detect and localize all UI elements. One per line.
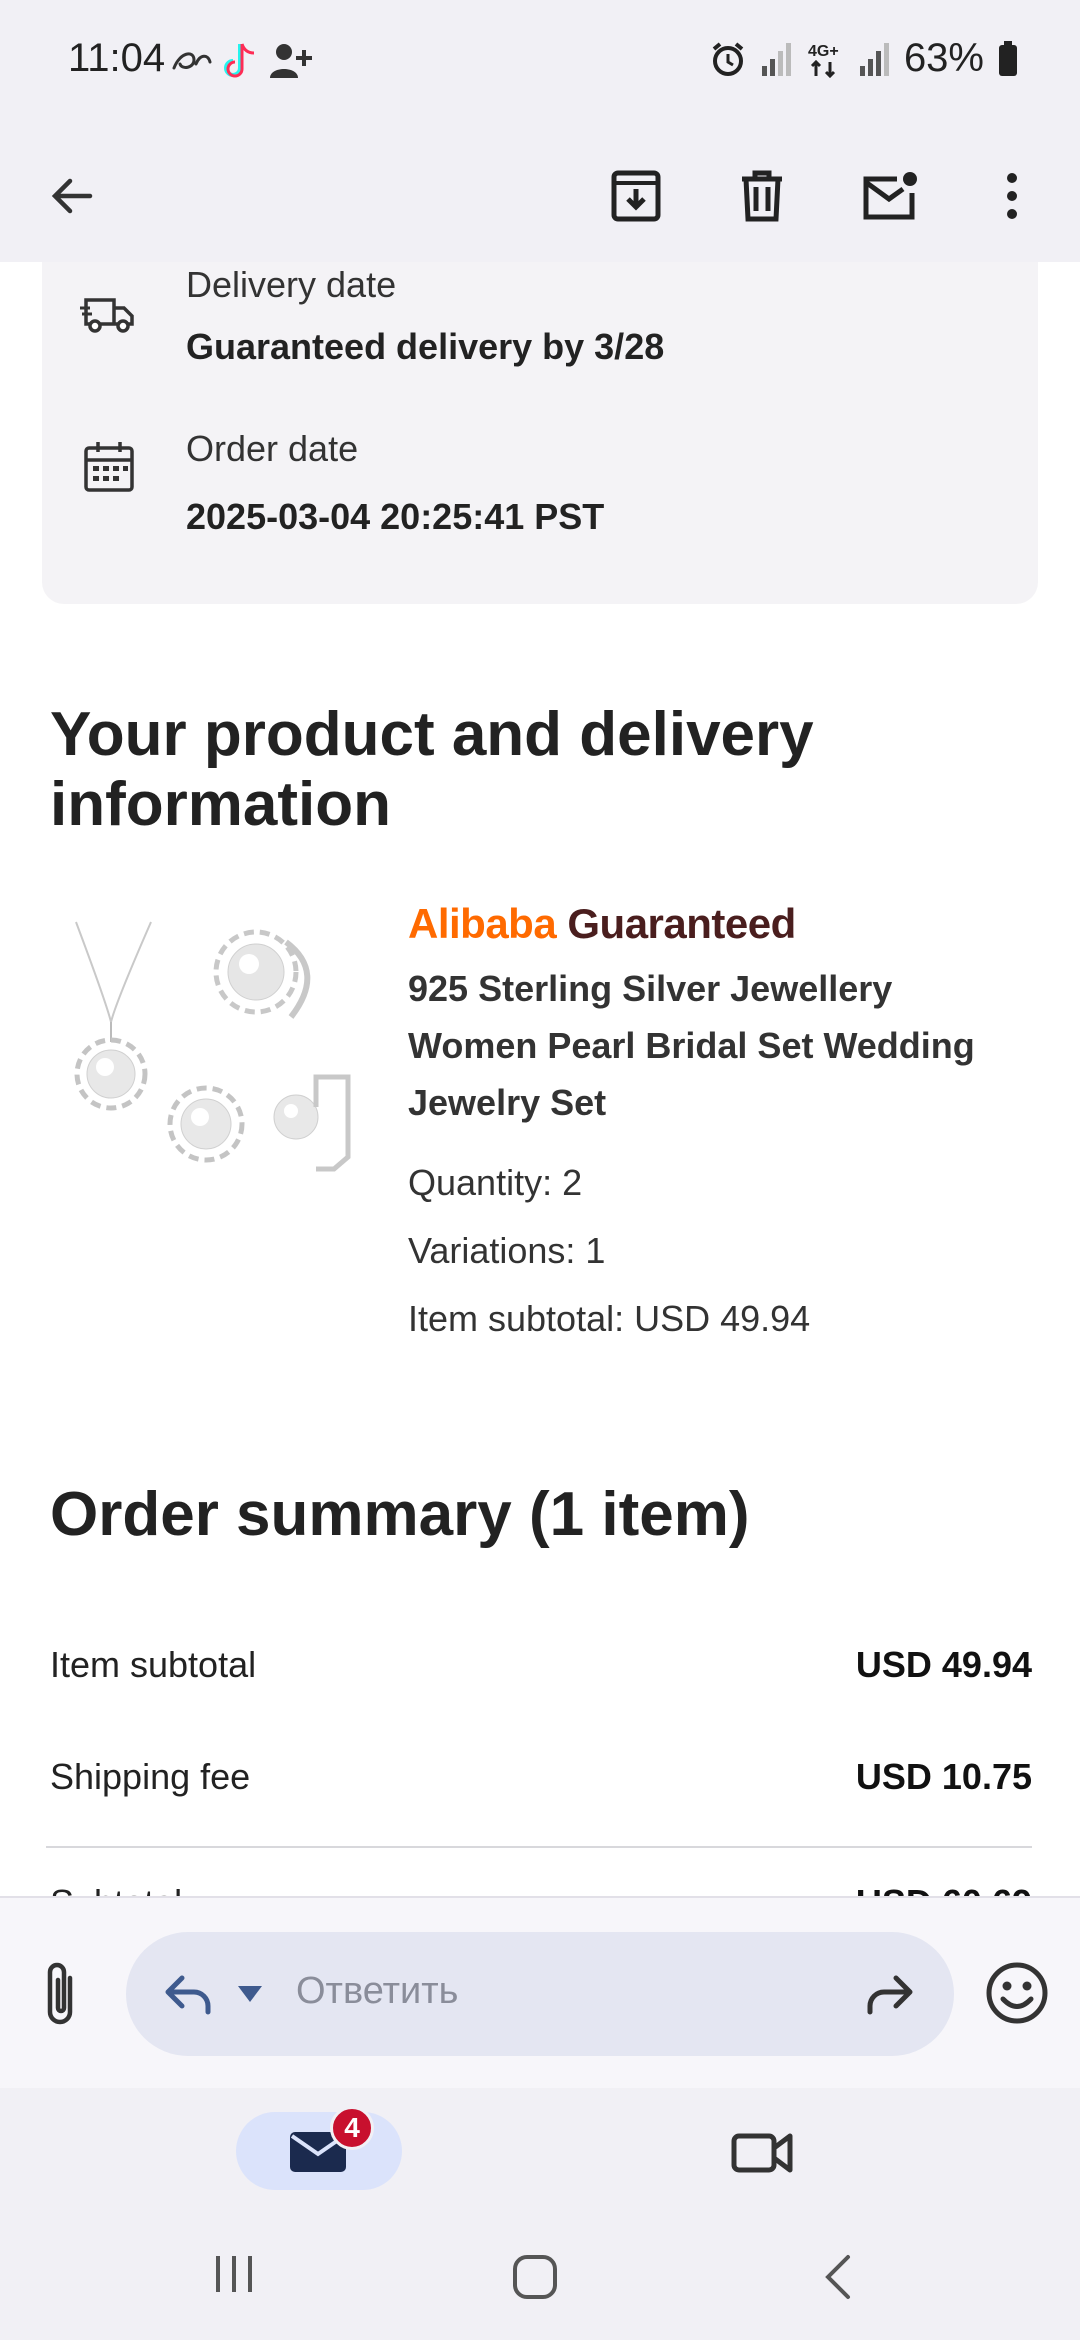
email-content: Delivery date Guaranteed delivery by 3/2… <box>42 262 1038 1896</box>
forward-icon[interactable] <box>862 1966 918 2022</box>
back-button[interactable] <box>24 148 120 244</box>
delivery-date-label: Delivery date <box>186 264 397 305</box>
alibaba-guaranteed-logo: Alibaba Guaranteed <box>408 900 796 947</box>
product-item-subtotal: Item subtotal: USD 49.94 <box>408 1298 811 1339</box>
mark-unread-button[interactable] <box>842 148 938 244</box>
archive-button[interactable] <box>588 148 684 244</box>
product-name[interactable]: 925 Sterling Silver Jewellery Women Pear… <box>408 960 1028 1131</box>
recents-icon[interactable] <box>212 2254 256 2294</box>
order-date-label: Order date <box>186 428 359 469</box>
product-section-title: Your product and delivery information <box>50 700 814 839</box>
reply-field[interactable]: Ответить <box>126 1932 954 2056</box>
delete-button[interactable] <box>714 148 810 244</box>
emoji-icon[interactable] <box>984 1960 1050 2026</box>
4g-icon: 4G+ <box>808 43 839 78</box>
back-icon[interactable] <box>822 2254 854 2300</box>
calendar-icon <box>84 442 134 492</box>
reply-icon[interactable] <box>160 1966 216 2022</box>
status-bar: 11:04 4G+ 63% <box>0 0 1080 130</box>
product-image[interactable] <box>56 912 366 1212</box>
status-time: 11:04 <box>68 36 166 80</box>
video-icon[interactable] <box>730 2122 794 2182</box>
order-date-value: 2025-03-04 20:25:41 PST <box>186 496 605 537</box>
battery-percent: 63% <box>903 36 984 80</box>
summary-divider <box>46 1846 1032 1848</box>
product-quantity: Quantity: 2 <box>408 1162 583 1203</box>
summary-row-item-subtotal: Item subtotal USD 49.94 <box>50 1644 1032 1685</box>
signal-icon <box>761 42 791 76</box>
person-add-icon <box>270 44 312 78</box>
signal-icon <box>859 42 889 76</box>
reply-bar: Ответить <box>0 1896 1080 2090</box>
more-button[interactable] <box>964 148 1060 244</box>
product-variations: Variations: 1 <box>408 1230 606 1271</box>
mail-tab[interactable]: 4 <box>236 2106 402 2190</box>
svg-text:4G+: 4G+ <box>808 43 839 60</box>
mark-unread-icon <box>863 172 917 220</box>
email-body[interactable]: Delivery date Guaranteed delivery by 3/2… <box>0 262 1080 1896</box>
tiktok-icon <box>224 43 255 78</box>
delivery-card: Delivery date Guaranteed delivery by 3/2… <box>42 262 1038 604</box>
battery-icon <box>999 40 1017 76</box>
mail-badge: 4 <box>330 2106 374 2150</box>
delete-icon <box>742 170 782 222</box>
email-toolbar <box>0 130 1080 262</box>
home-icon[interactable] <box>512 2254 558 2300</box>
summary-row-shipping-fee: Shipping fee USD 10.75 <box>50 1756 1032 1797</box>
system-nav <box>0 2208 1080 2340</box>
chevron-down-icon[interactable] <box>236 1982 264 2006</box>
archive-icon <box>611 170 661 222</box>
alarm-icon <box>712 41 744 76</box>
order-summary-title: Order summary (1 item) <box>50 1480 750 1549</box>
delivery-date-value: Guaranteed delivery by 3/28 <box>186 326 665 367</box>
back-arrow-icon <box>51 178 93 214</box>
attach-icon[interactable] <box>30 1958 90 2030</box>
status-right: 4G+ 63% <box>710 36 1018 81</box>
summary-row-subtotal: Subtotal USD 60.69 <box>50 1882 1032 1896</box>
reply-placeholder: Ответить <box>296 1970 459 2012</box>
more-icon <box>1007 173 1017 219</box>
truck-icon <box>80 298 134 333</box>
alibaba-icon <box>172 52 212 70</box>
bottom-nav: 4 <box>0 2088 1080 2208</box>
